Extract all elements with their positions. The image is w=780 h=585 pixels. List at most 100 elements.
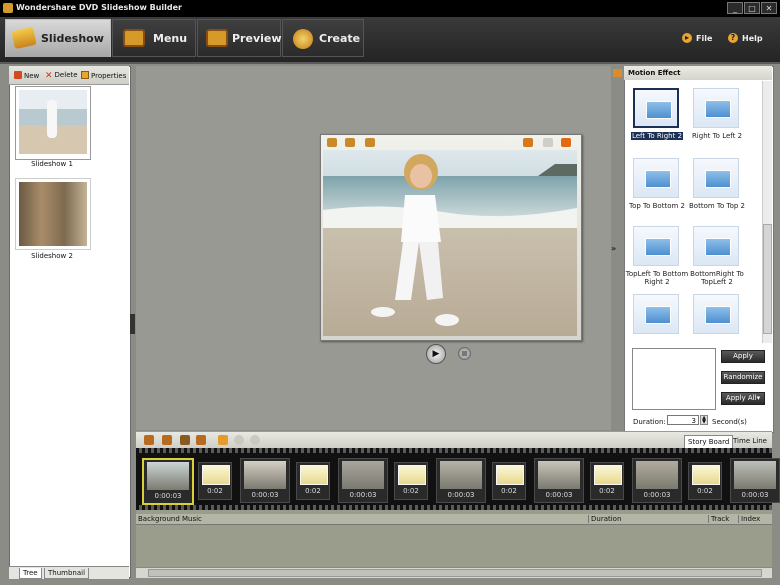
edit-photo-icon[interactable] bbox=[365, 138, 375, 147]
transition-item[interactable]: 0:02 bbox=[394, 462, 428, 500]
clip-duration: 0:00:03 bbox=[741, 491, 769, 499]
transition-thumbnail bbox=[594, 465, 622, 485]
photo-clip[interactable]: 0:00:03 bbox=[730, 458, 780, 503]
horizontal-scrollbar-thumb[interactable] bbox=[148, 569, 762, 577]
clip-duration: 0:00:03 bbox=[643, 491, 671, 499]
menu-icon bbox=[123, 29, 145, 47]
transition-duration: 0:02 bbox=[207, 487, 223, 495]
effect-preview-box bbox=[632, 348, 716, 410]
clip-thumbnail bbox=[734, 461, 776, 489]
new-button[interactable]: New bbox=[14, 71, 39, 80]
col-duration: Duration bbox=[588, 515, 621, 523]
minimize-button[interactable]: _ bbox=[727, 2, 743, 14]
slideshow-item[interactable] bbox=[15, 86, 91, 160]
title-bar: Wondershare DVD Slideshow Builder _ □ ✕ bbox=[0, 0, 780, 17]
rotate-left-icon[interactable] bbox=[327, 138, 337, 147]
window-title: Wondershare DVD Slideshow Builder bbox=[16, 3, 182, 12]
col-background-music: Background Music bbox=[138, 515, 202, 523]
col-index: Index bbox=[738, 515, 760, 523]
properties-button[interactable]: Properties bbox=[81, 71, 126, 80]
duration-unit: Second(s) bbox=[712, 418, 747, 426]
clip-duration: 0:00:03 bbox=[545, 491, 573, 499]
crop-icon[interactable] bbox=[218, 435, 228, 445]
create-disc-icon bbox=[293, 29, 313, 49]
effect-right-to-left-2[interactable]: Right To Left 2 bbox=[688, 84, 746, 144]
clip-duration: 0:00:03 bbox=[154, 492, 182, 500]
tab-thumbnail[interactable]: Thumbnail bbox=[44, 568, 90, 579]
slideshow-name: Slideshow 2 bbox=[31, 252, 73, 260]
effect-left-to-right-2[interactable]: Left To Right 2 bbox=[628, 84, 686, 144]
left-panel-view-tabs: Tree Thumbnail bbox=[9, 566, 129, 579]
effect-top-to-bottom-2[interactable]: Top To Bottom 2 bbox=[628, 154, 686, 214]
collapse-left-handle[interactable] bbox=[130, 314, 135, 334]
clip-duration: 0:00:03 bbox=[251, 491, 279, 499]
previous-icon[interactable] bbox=[523, 138, 533, 147]
transition-item[interactable]: 0:02 bbox=[296, 462, 330, 500]
effect-topleft-to-bottomright-2[interactable]: TopLeft To Bottom Right 2 bbox=[626, 222, 688, 286]
duration-label: Duration: bbox=[633, 418, 666, 426]
help-label: Help bbox=[742, 34, 763, 43]
slideshow-item[interactable] bbox=[15, 178, 91, 250]
apply-button[interactable]: Apply bbox=[721, 350, 765, 363]
delete-button[interactable]: ✕ Delete bbox=[45, 71, 78, 81]
photo-clip[interactable]: 0:00:03 bbox=[534, 458, 584, 503]
zoom-out-icon[interactable] bbox=[250, 435, 260, 445]
photo-clip[interactable]: 0:00:03 bbox=[338, 458, 388, 503]
photo-clip[interactable]: 0:00:03 bbox=[632, 458, 682, 503]
next-icon[interactable] bbox=[561, 138, 571, 147]
left-panel-toolbar: New ✕ Delete Properties bbox=[9, 66, 129, 85]
text-icon[interactable] bbox=[180, 435, 190, 445]
photo-clip[interactable]: 0:00:03 bbox=[142, 458, 194, 505]
add-photo-icon[interactable] bbox=[144, 435, 154, 445]
tab-preview[interactable]: Preview bbox=[197, 19, 282, 57]
tab-create[interactable]: Create bbox=[282, 19, 364, 57]
apply-all-button[interactable]: Apply All▾ bbox=[721, 392, 765, 405]
tab-create-label: Create bbox=[319, 32, 361, 45]
tab-time-line[interactable]: Time Line bbox=[730, 435, 770, 447]
photo-clip[interactable]: 0:00:03 bbox=[240, 458, 290, 503]
transition-duration: 0:02 bbox=[599, 487, 615, 495]
transition-item[interactable]: 0:02 bbox=[492, 462, 526, 500]
effect-item[interactable] bbox=[688, 290, 746, 340]
restore-button[interactable]: □ bbox=[744, 2, 760, 14]
effect-label: TopLeft To Bottom Right 2 bbox=[625, 270, 689, 286]
effect-bottomright-to-topleft-2[interactable]: BottomRight To TopLeft 2 bbox=[688, 222, 746, 286]
slideshow-name: Slideshow 1 bbox=[31, 160, 73, 168]
rotate-right-icon[interactable] bbox=[345, 138, 355, 147]
randomize-button[interactable]: Randomize bbox=[721, 371, 765, 384]
expand-panel-icon[interactable]: » bbox=[611, 244, 624, 256]
duration-input[interactable]: 3 bbox=[667, 415, 699, 425]
delete-icon: ✕ bbox=[45, 71, 53, 81]
photo-clip[interactable]: 0:00:03 bbox=[436, 458, 486, 503]
transition-item[interactable]: 0:02 bbox=[688, 462, 722, 500]
duration-spinner[interactable]: ▲ ▼ bbox=[700, 415, 708, 425]
transition-item[interactable]: 0:02 bbox=[198, 462, 232, 500]
zoom-in-icon[interactable] bbox=[234, 435, 244, 445]
effects-scrollbar-thumb[interactable] bbox=[763, 224, 772, 334]
tab-slideshow[interactable]: Slideshow bbox=[5, 19, 111, 57]
motion-effect-title: Motion Effect bbox=[628, 69, 681, 77]
pin-icon[interactable] bbox=[613, 69, 622, 77]
close-button[interactable]: ✕ bbox=[761, 2, 777, 14]
edit-icon[interactable] bbox=[196, 435, 206, 445]
film-perforation-top bbox=[136, 448, 772, 453]
tab-preview-label: Preview bbox=[232, 32, 282, 45]
first-icon[interactable] bbox=[543, 138, 553, 147]
clip-duration: 0:00:03 bbox=[447, 491, 475, 499]
clip-thumbnail bbox=[147, 462, 189, 490]
apply-all-label: Apply All bbox=[725, 394, 757, 402]
music-track-header: Background Music Duration Track Index bbox=[136, 514, 772, 525]
play-button[interactable]: ▶ bbox=[426, 344, 446, 364]
stop-button[interactable] bbox=[458, 347, 471, 360]
effect-item[interactable] bbox=[628, 290, 686, 340]
transition-thumbnail bbox=[692, 465, 720, 485]
tab-story-board[interactable]: Story Board bbox=[684, 435, 734, 448]
transition-item[interactable]: 0:02 bbox=[590, 462, 624, 500]
file-icon: ▸ bbox=[682, 33, 692, 43]
effects-icon[interactable] bbox=[162, 435, 172, 445]
effect-bottom-to-top-2[interactable]: Bottom To Top 2 bbox=[688, 154, 746, 214]
transition-thumbnail bbox=[398, 465, 426, 485]
delete-label: Delete bbox=[54, 71, 78, 79]
tab-tree[interactable]: Tree bbox=[19, 568, 42, 579]
tab-menu[interactable]: Menu bbox=[112, 19, 196, 57]
